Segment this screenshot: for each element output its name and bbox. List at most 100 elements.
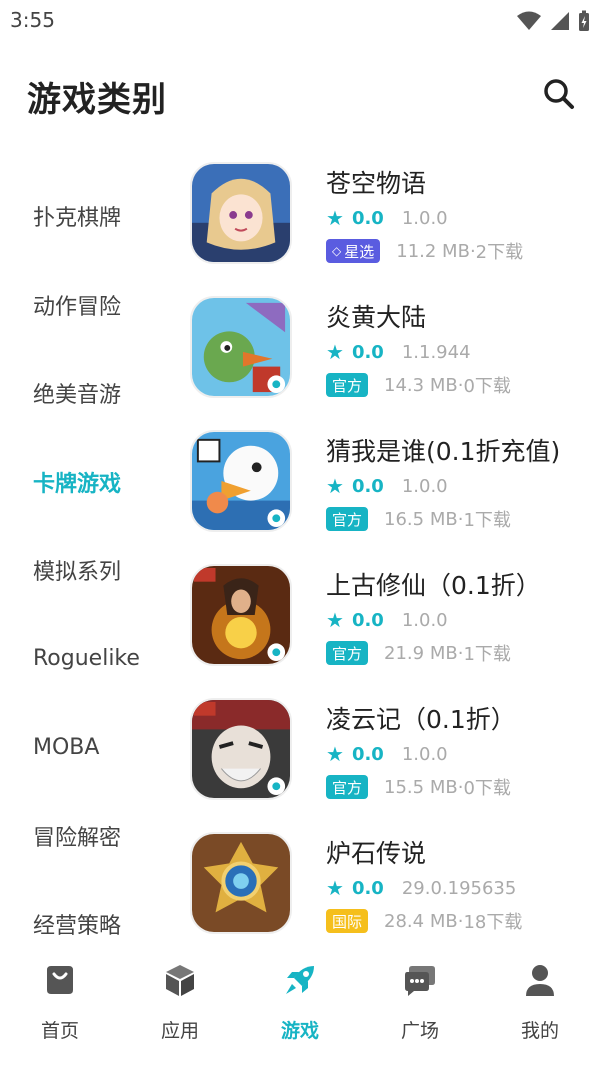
official-badge: 官方 [326, 507, 369, 531]
game-list-item[interactable]: 上古修仙（0.1折） ★ 0.0 1.0.0 官方 21.9 MB · 1下载 [190, 562, 590, 696]
meta-row: 官方 14.3 MB · 0下载 [326, 372, 511, 398]
game-score: 0.0 [351, 341, 384, 363]
game-version: 1.0.0 [401, 743, 448, 765]
official-badge: 官方 [326, 775, 369, 799]
game-icon[interactable] [190, 296, 292, 398]
category-item[interactable]: 冒险解密 [0, 792, 170, 881]
cartoon-bird-icon [192, 298, 290, 396]
category-label: 绝美音游 [33, 383, 122, 409]
game-icon[interactable] [190, 564, 292, 666]
nav-item-apps[interactable]: 应用 [120, 950, 240, 1066]
rating-row: ★ 0.0 1.0.0 [326, 474, 448, 498]
badge-label: 星选 [344, 242, 375, 261]
category-item[interactable]: 模拟系列 [0, 526, 170, 615]
nav-label: 我的 [520, 1020, 559, 1042]
rating-row: ★ 0.0 29.0.195635 [326, 876, 516, 900]
shop-bag-icon [47, 966, 73, 994]
category-label: 冒险解密 [33, 825, 122, 851]
status-bar: 3:55 [0, 0, 600, 44]
nav-item-square[interactable]: 广场 [360, 950, 480, 1066]
game-icon[interactable] [190, 698, 292, 800]
game-name: 苍空物语 [326, 169, 427, 198]
game-size: 16.5 MB [384, 508, 458, 530]
game-list-item[interactable]: 炎黄大陆 ★ 0.0 1.1.944 官方 14.3 MB · 0下载 [190, 294, 590, 428]
game-downloads: 1下载 [463, 644, 511, 665]
category-label: 经营策略 [33, 914, 122, 940]
game-score: 0.0 [351, 743, 384, 765]
person-icon [526, 965, 554, 996]
game-version: 1.0.0 [401, 475, 448, 497]
category-item[interactable]: MOBA [0, 703, 170, 792]
meta-row: 官方 16.5 MB · 1下载 [326, 506, 511, 532]
chat-bubbles-icon [405, 966, 435, 996]
official-badge: 官方 [326, 641, 369, 665]
badge-label: 国际 [332, 912, 363, 931]
search-button[interactable] [540, 76, 580, 112]
game-size: 15.5 MB [384, 776, 458, 798]
cube-icon [166, 965, 194, 996]
nav-label: 游戏 [280, 1020, 319, 1042]
category-item[interactable]: 绝美音游 [0, 349, 170, 438]
meta-row: 官方 21.9 MB · 1下载 [326, 640, 511, 666]
game-version: 29.0.195635 [401, 877, 517, 899]
badge-label: 官方 [332, 644, 363, 663]
rating-row: ★ 0.0 1.0.0 [326, 206, 448, 230]
game-name: 猜我是谁(0.1折充值) [326, 437, 561, 466]
game-downloads: 1下载 [463, 510, 511, 531]
game-icon[interactable] [190, 430, 292, 532]
game-list-item[interactable]: 猜我是谁(0.1折充值) ★ 0.0 1.0.0 官方 16.5 MB · 1下… [190, 428, 590, 562]
star-icon: ★ [326, 876, 344, 900]
nav-label: 广场 [400, 1020, 439, 1042]
game-score: 0.0 [351, 877, 384, 899]
category-label: 动作冒险 [33, 294, 122, 320]
cultivator-fire-icon [192, 566, 290, 664]
category-item[interactable]: 扑克棋牌 [0, 172, 170, 261]
game-version: 1.0.0 [401, 207, 448, 229]
game-downloads: 2下载 [475, 242, 524, 263]
status-time: 3:55 [10, 8, 55, 32]
game-score: 0.0 [351, 609, 384, 631]
game-name: 炎黄大陆 [326, 303, 427, 332]
game-downloads: 0下载 [463, 376, 511, 397]
nav-label: 首页 [40, 1020, 79, 1042]
nav-item-home[interactable]: 首页 [0, 950, 120, 1066]
rating-row: ★ 0.0 1.1.944 [326, 340, 471, 364]
category-item[interactable]: 动作冒险 [0, 261, 170, 350]
rating-row: ★ 0.0 1.0.0 [326, 608, 448, 632]
official-badge: 官方 [326, 373, 369, 397]
diamond-icon: ◇ [332, 244, 342, 258]
badge-label: 官方 [332, 510, 363, 529]
game-icon[interactable] [190, 832, 292, 934]
star-icon: ★ [326, 608, 344, 632]
category-item[interactable]: Roguelike [0, 615, 170, 704]
game-score: 0.0 [351, 207, 384, 229]
battery-icon [579, 10, 589, 31]
game-list-item[interactable]: 凌云记（0.1折） ★ 0.0 1.0.0 官方 15.5 MB · 0下载 [190, 696, 590, 830]
game-list-item[interactable]: 苍空物语 ★ 0.0 1.0.0 ◇ 星选 11.2 MB · 2下载 [190, 160, 590, 294]
star-icon: ★ [326, 474, 344, 498]
warrior-character-icon [192, 700, 290, 798]
status-icons [516, 10, 590, 32]
game-size: 21.9 MB [384, 642, 458, 664]
game-score: 0.0 [351, 475, 384, 497]
nav-label: 应用 [160, 1020, 199, 1042]
nav-item-profile[interactable]: 我的 [480, 950, 600, 1066]
game-name: 上古修仙（0.1折） [326, 571, 541, 600]
rocket-icon [286, 966, 314, 994]
game-icon[interactable] [190, 162, 292, 264]
page-title: 游戏类别 [27, 80, 167, 120]
nav-item-games[interactable]: 游戏 [240, 950, 360, 1066]
category-label: 扑克棋牌 [33, 206, 122, 232]
star-icon: ★ [326, 742, 344, 766]
select-badge: ◇ 星选 [326, 239, 381, 263]
game-list-item[interactable]: 炉石传说 ★ 0.0 29.0.195635 国际 28.4 MB · 18下载 [190, 830, 590, 964]
category-item-active[interactable]: 卡牌游戏 [0, 438, 170, 527]
search-icon [544, 79, 574, 109]
game-list: 苍空物语 ★ 0.0 1.0.0 ◇ 星选 11.2 MB · 2下载 炎黄大陆… [190, 160, 590, 964]
game-size: 14.3 MB [384, 374, 458, 396]
signal-icon [551, 12, 569, 30]
game-size: 28.4 MB [384, 910, 458, 932]
meta-row: 国际 28.4 MB · 18下载 [326, 908, 522, 934]
category-sidebar: 扑克棋牌 动作冒险 绝美音游 卡牌游戏 模拟系列 Roguelike MOBA … [0, 172, 170, 969]
international-badge: 国际 [326, 909, 369, 933]
